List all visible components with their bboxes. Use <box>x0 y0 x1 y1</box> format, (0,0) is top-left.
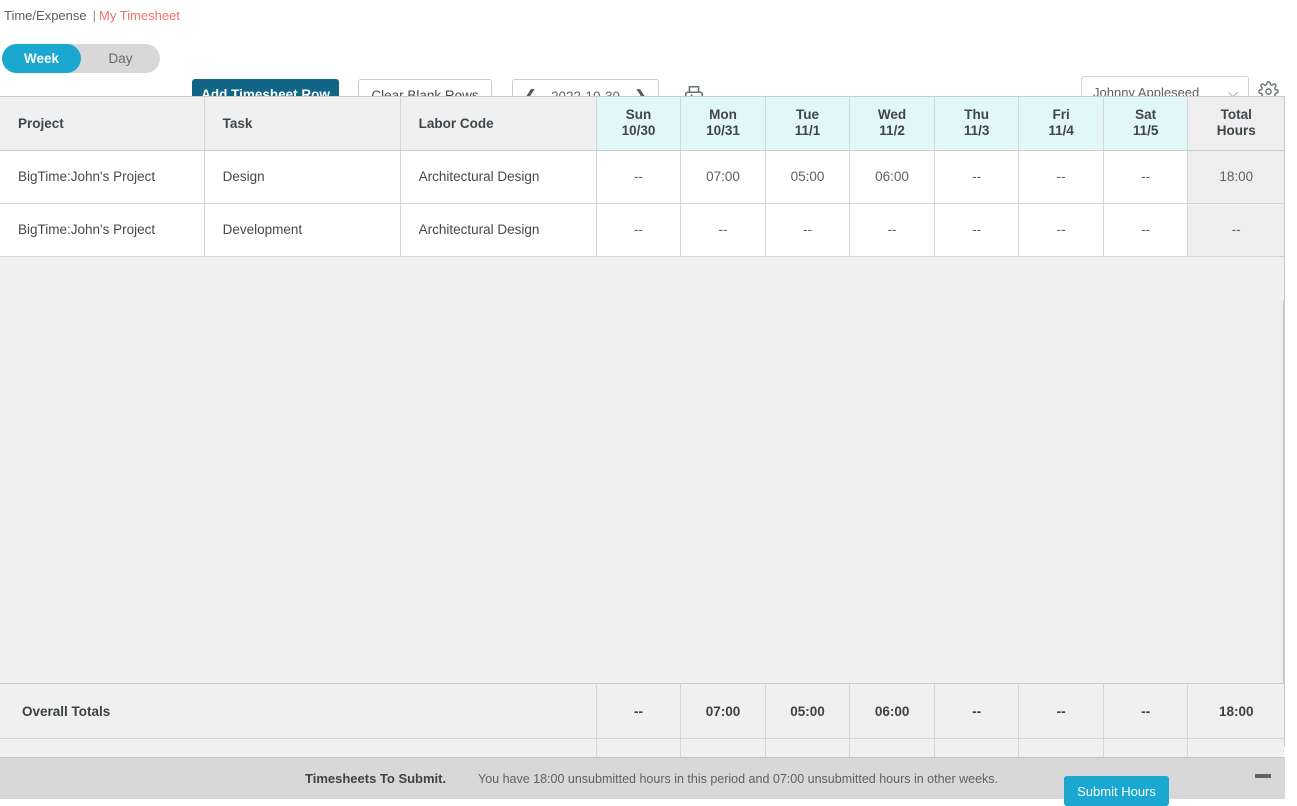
column-header-tue[interactable]: Tue 11/1 <box>765 97 850 150</box>
column-header-sat[interactable]: Sat 11/5 <box>1103 97 1188 150</box>
overall-total-wed: 06:00 <box>850 684 935 739</box>
day-name: Mon <box>681 107 765 123</box>
cell-project[interactable]: BigTime:John's Project <box>0 203 204 256</box>
cell-mon[interactable]: 07:00 <box>681 150 766 203</box>
cell-wed[interactable]: 06:00 <box>850 150 935 203</box>
day-date: 11/2 <box>850 123 934 139</box>
day-date: 10/30 <box>597 123 681 139</box>
day-name: Tue <box>766 107 850 123</box>
column-header-total-hours: Total Hours <box>1188 97 1284 150</box>
day-date: 11/5 <box>1104 123 1188 139</box>
cell-fri[interactable]: -- <box>1019 203 1104 256</box>
column-header-task[interactable]: Task <box>204 97 400 150</box>
cell-sat[interactable]: -- <box>1103 150 1188 203</box>
day-date: 10/31 <box>681 123 765 139</box>
cell-sun[interactable]: -- <box>596 203 681 256</box>
cell-row-total: -- <box>1188 203 1284 256</box>
cell-labor-code[interactable]: Architectural Design <box>400 150 596 203</box>
cell-tue[interactable]: -- <box>765 203 850 256</box>
overall-total-sat: -- <box>1103 684 1188 739</box>
toggle-day[interactable]: Day <box>81 44 160 73</box>
cell-task[interactable]: Design <box>204 150 400 203</box>
footer-title: Timesheets To Submit. <box>305 771 446 786</box>
column-header-project[interactable]: Project <box>0 97 204 150</box>
submit-hours-button[interactable]: Submit Hours <box>1064 776 1169 806</box>
overall-totals-row: Overall Totals -- 07:00 05:00 06:00 -- -… <box>0 684 1284 739</box>
breadcrumb-root[interactable]: Time/Expense <box>4 8 87 23</box>
view-mode-toggle[interactable]: Week Day <box>2 44 160 73</box>
column-header-thu[interactable]: Thu 11/3 <box>934 97 1019 150</box>
timesheet-table: Project Task Labor Code Sun 10/30 Mon 10… <box>0 97 1284 257</box>
breadcrumb-current[interactable]: My Timesheet <box>99 8 180 23</box>
cell-thu[interactable]: -- <box>934 203 1019 256</box>
day-name: Wed <box>850 107 934 123</box>
column-header-labor-code[interactable]: Labor Code <box>400 97 596 150</box>
cell-sun[interactable]: -- <box>596 150 681 203</box>
toolbar: Week Day Add Timesheet Row Clear Blank R… <box>0 36 1297 88</box>
cell-project[interactable]: BigTime:John's Project <box>0 150 204 203</box>
header-row: Project Task Labor Code Sun 10/30 Mon 10… <box>0 97 1284 150</box>
overall-totals-label: Overall Totals <box>0 684 596 739</box>
submit-footer-bar: Timesheets To Submit. You have 18:00 uns… <box>0 757 1285 799</box>
cell-labor-code[interactable]: Architectural Design <box>400 203 596 256</box>
grid-empty-area <box>0 300 1284 683</box>
day-date: 11/1 <box>766 123 850 139</box>
overall-total-fri: -- <box>1019 684 1104 739</box>
day-name: Thu <box>935 107 1019 123</box>
column-header-wed[interactable]: Wed 11/2 <box>850 97 935 150</box>
table-row[interactable]: BigTime:John's Project Development Archi… <box>0 203 1284 256</box>
table-row[interactable]: BigTime:John's Project Design Architectu… <box>0 150 1284 203</box>
toggle-week[interactable]: Week <box>2 44 81 73</box>
cell-thu[interactable]: -- <box>934 150 1019 203</box>
cell-mon[interactable]: -- <box>681 203 766 256</box>
minimize-icon[interactable] <box>1255 774 1271 778</box>
day-name: Sun <box>597 107 681 123</box>
column-header-sun[interactable]: Sun 10/30 <box>596 97 681 150</box>
grid-empty-total-strip <box>1187 300 1283 683</box>
breadcrumb-separator: | <box>93 8 96 23</box>
day-name: Sat <box>1104 107 1188 123</box>
cell-task[interactable]: Development <box>204 203 400 256</box>
breadcrumb: Time/Expense |My Timesheet <box>4 8 180 24</box>
day-date: 11/4 <box>1019 123 1103 139</box>
cell-tue[interactable]: 05:00 <box>765 150 850 203</box>
cell-row-total: 18:00 <box>1188 150 1284 203</box>
table-header: Project Task Labor Code Sun 10/30 Mon 10… <box>0 97 1284 150</box>
cell-fri[interactable]: -- <box>1019 150 1104 203</box>
overall-total-tue: 05:00 <box>765 684 850 739</box>
day-date: 11/3 <box>935 123 1019 139</box>
overall-total-week: 18:00 <box>1188 684 1284 739</box>
day-name: Fri <box>1019 107 1103 123</box>
timesheet-grid: Project Task Labor Code Sun 10/30 Mon 10… <box>0 96 1285 747</box>
overall-total-thu: -- <box>934 684 1019 739</box>
column-header-mon[interactable]: Mon 10/31 <box>681 97 766 150</box>
table-body: BigTime:John's Project Design Architectu… <box>0 150 1284 256</box>
cell-wed[interactable]: -- <box>850 203 935 256</box>
column-header-fri[interactable]: Fri 11/4 <box>1019 97 1104 150</box>
overall-total-mon: 07:00 <box>681 684 766 739</box>
cell-sat[interactable]: -- <box>1103 203 1188 256</box>
footer-message: You have 18:00 unsubmitted hours in this… <box>478 772 998 786</box>
overall-total-sun: -- <box>596 684 681 739</box>
